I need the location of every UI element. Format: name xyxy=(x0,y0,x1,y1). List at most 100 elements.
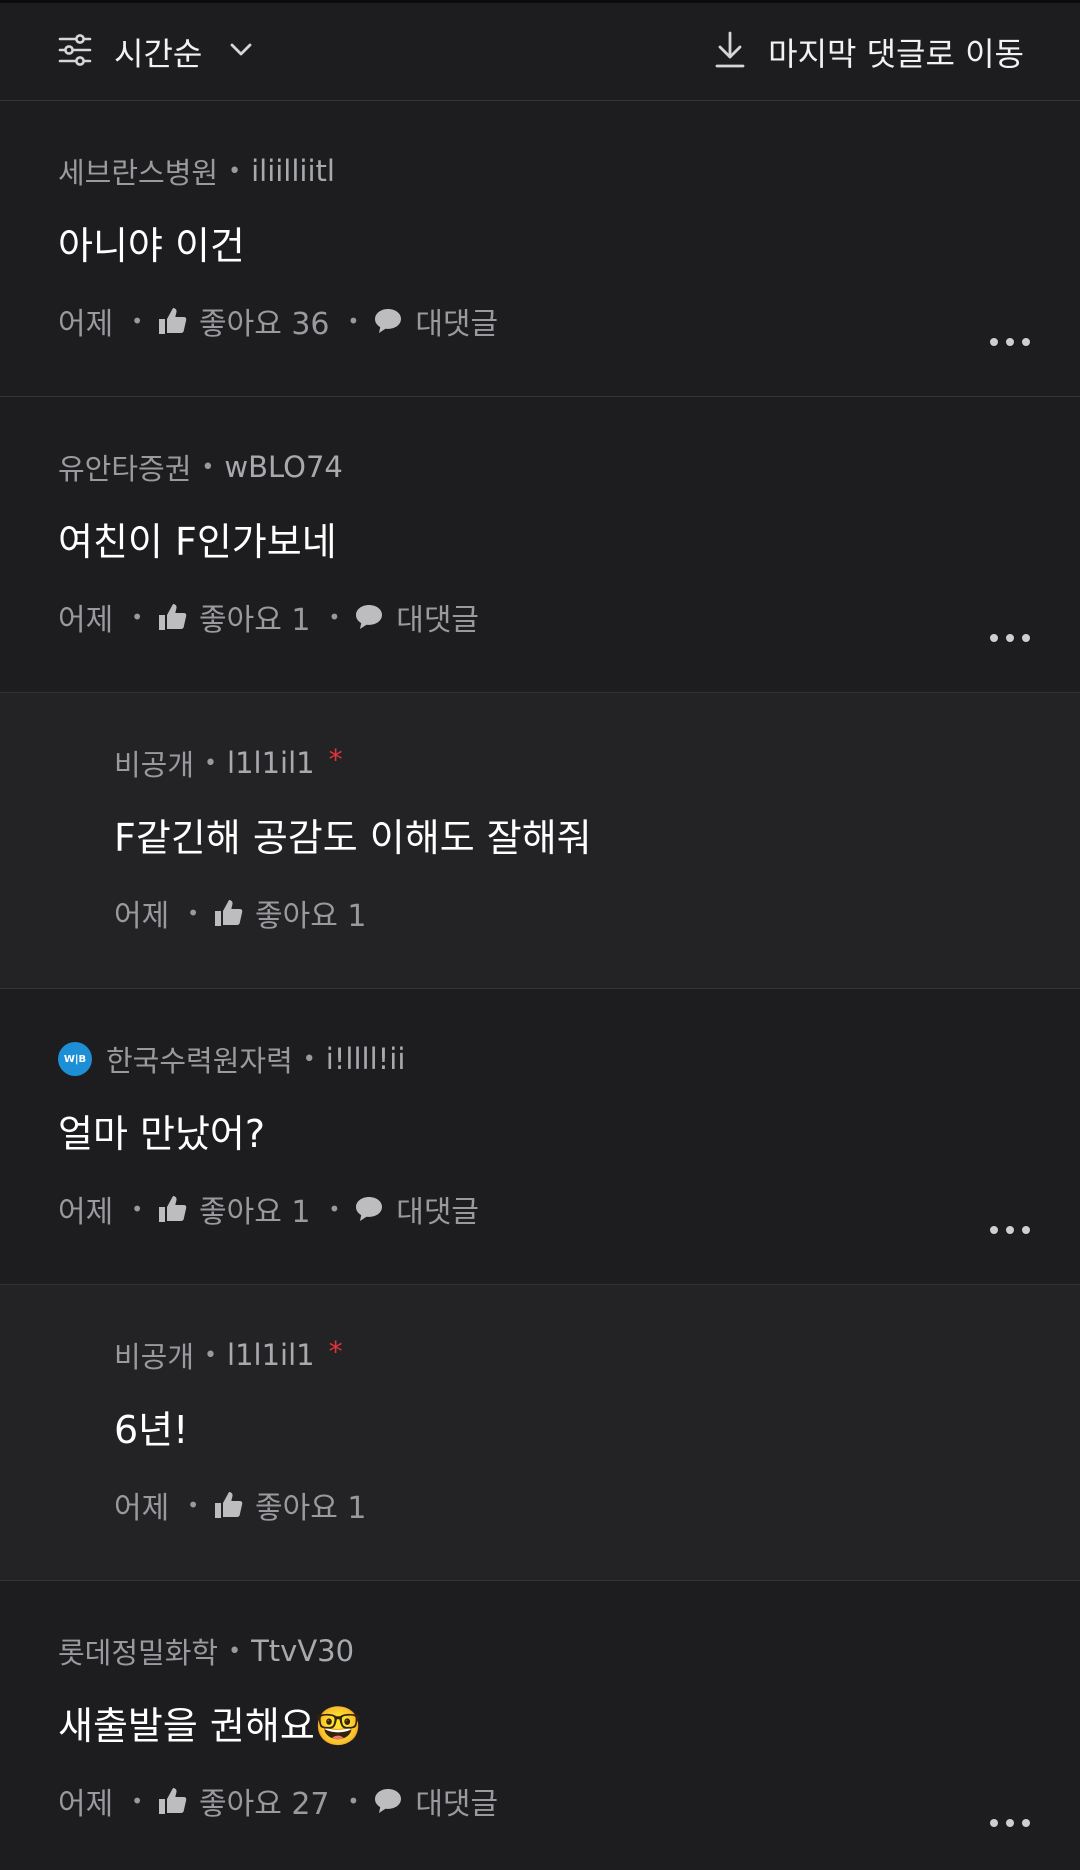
more-dot xyxy=(1006,338,1014,346)
comment-text: 아니야 이건 xyxy=(58,224,245,268)
sort-dropdown[interactable]: 시간순 xyxy=(58,29,252,75)
comment-actions: 어제 • 좋아요 1 • 대댓글 xyxy=(58,595,1040,639)
comment-item: 롯데정밀화학 • TtvV30 새출발을 권해요🤓 어제 • 좋아요 27 • … xyxy=(0,1581,1080,1870)
meta-separator: • xyxy=(228,158,242,184)
comment-meta: 비공개 • l1l1il1 * xyxy=(114,743,1040,783)
thumbs-up-icon xyxy=(213,898,243,928)
reply-button[interactable]: 대댓글 xyxy=(373,299,498,343)
thumbs-up-icon xyxy=(213,1490,243,1520)
like-button[interactable]: 좋아요 1 xyxy=(157,595,310,639)
more-dot xyxy=(1006,1226,1014,1234)
author-company[interactable]: 롯데정밀화학 xyxy=(58,1630,218,1672)
author-company[interactable]: 한국수력원자력 xyxy=(106,1038,293,1080)
comment-text: 새출발을 권해요🤓 xyxy=(58,1704,363,1748)
comment-time: 어제 xyxy=(58,1787,114,1822)
more-dots-icon xyxy=(990,634,998,642)
post-author-mark: * xyxy=(328,1334,343,1368)
like-count: 좋아요 1 xyxy=(199,1195,311,1230)
author-company[interactable]: 유안타증권 xyxy=(58,446,191,488)
like-count: 좋아요 1 xyxy=(255,1491,367,1526)
jump-to-last-comment-button[interactable]: 마지막 댓글로 이동 xyxy=(714,29,1024,75)
author-nickname[interactable]: iliilliitl xyxy=(251,154,335,188)
comment-time: 어제 xyxy=(58,307,114,342)
comment-text: 여친이 F인가보네 xyxy=(58,520,337,564)
action-separator: • xyxy=(131,309,143,333)
reply-label: 대댓글 xyxy=(396,1195,480,1230)
comment-meta: W|B 한국수력원자력 • i!llll!ii xyxy=(58,1039,1040,1079)
comment-item: 세브란스병원 • iliilliitl 아니야 이건 어제 • 좋아요 36 •… xyxy=(0,101,1080,397)
like-button[interactable]: 좋아요 1 xyxy=(213,891,366,935)
author-nickname[interactable]: TtvV30 xyxy=(251,1634,354,1668)
comment-time: 어제 xyxy=(114,1491,170,1526)
more-dots-icon xyxy=(990,1819,998,1827)
thumbs-up-icon xyxy=(157,306,187,336)
comment-meta: 세브란스병원 • iliilliitl xyxy=(58,151,1040,191)
author-nickname[interactable]: i!llll!ii xyxy=(326,1042,406,1076)
action-separator: • xyxy=(347,309,360,333)
action-separator: • xyxy=(187,1493,199,1517)
author-company[interactable]: 비공개 xyxy=(114,1334,194,1376)
more-options-button[interactable] xyxy=(990,634,1030,642)
author-company[interactable]: 세브란스병원 xyxy=(58,150,218,192)
author-nickname[interactable]: wBLO74 xyxy=(224,450,342,484)
thumbs-up-icon xyxy=(157,1786,187,1816)
comment-actions: 어제 • 좋아요 1 • 대댓글 xyxy=(58,1187,1040,1231)
more-dot xyxy=(1022,1226,1030,1234)
reply-item: 비공개 • l1l1il1 * F같긴해 공감도 이해도 잘해줘 어제 • 좋아… xyxy=(0,693,1080,989)
like-count: 좋아요 36 xyxy=(199,307,330,342)
more-options-button[interactable] xyxy=(990,1819,1030,1827)
like-button[interactable]: 좋아요 1 xyxy=(213,1483,366,1527)
company-badge-icon: W|B xyxy=(58,1042,92,1076)
reply-button[interactable]: 대댓글 xyxy=(373,1779,498,1823)
reply-label: 대댓글 xyxy=(415,307,499,342)
like-button[interactable]: 좋아요 1 xyxy=(157,1187,310,1231)
comment-meta: 비공개 • l1l1il1 * xyxy=(114,1335,1040,1375)
author-nickname[interactable]: l1l1il1 xyxy=(227,746,315,780)
comment-actions: 어제 • 좋아요 1 xyxy=(114,891,1040,935)
more-options-button[interactable] xyxy=(990,338,1030,346)
like-button[interactable]: 좋아요 27 xyxy=(157,1779,330,1823)
more-dot xyxy=(1022,634,1030,642)
comment-time: 어제 xyxy=(58,1195,114,1230)
comment-text: 6년! xyxy=(114,1408,189,1452)
comment-time: 어제 xyxy=(58,603,114,638)
action-separator: • xyxy=(131,605,143,629)
more-dots-icon xyxy=(990,338,998,346)
meta-separator: • xyxy=(201,454,215,480)
meta-separator: • xyxy=(204,1342,218,1368)
comment-time: 어제 xyxy=(114,899,170,934)
comment-item: W|B 한국수력원자력 • i!llll!ii 얼마 만났어? 어제 • 좋아요… xyxy=(0,989,1080,1285)
post-author-mark: * xyxy=(328,742,343,776)
like-count: 좋아요 27 xyxy=(199,1787,330,1822)
action-separator: • xyxy=(347,1789,360,1813)
author-nickname[interactable]: l1l1il1 xyxy=(227,1338,315,1372)
more-options-button[interactable] xyxy=(990,1226,1030,1234)
comment-toolbar: 시간순 마지막 댓글로 이동 xyxy=(0,3,1080,101)
reply-button[interactable]: 대댓글 xyxy=(354,595,479,639)
like-count: 좋아요 1 xyxy=(255,899,367,934)
sort-label: 시간순 xyxy=(114,34,203,73)
speech-bubble-icon xyxy=(373,1787,403,1815)
comment-meta: 롯데정밀화학 • TtvV30 xyxy=(58,1631,1040,1671)
like-button[interactable]: 좋아요 36 xyxy=(157,299,330,343)
reply-button[interactable]: 대댓글 xyxy=(354,1187,479,1231)
speech-bubble-icon xyxy=(354,1195,384,1223)
like-count: 좋아요 1 xyxy=(199,603,311,638)
reply-label: 대댓글 xyxy=(415,1787,499,1822)
thumbs-up-icon xyxy=(157,602,187,632)
more-dot xyxy=(1022,338,1030,346)
more-dot xyxy=(1006,634,1014,642)
meta-separator: • xyxy=(302,1046,316,1072)
comment-text: 얼마 만났어? xyxy=(58,1112,266,1156)
download-arrow-icon xyxy=(714,31,746,73)
meta-separator: • xyxy=(204,750,218,776)
reply-item: 비공개 • l1l1il1 * 6년! 어제 • 좋아요 1 xyxy=(0,1285,1080,1581)
comment-actions: 어제 • 좋아요 36 • 대댓글 xyxy=(58,299,1040,343)
speech-bubble-icon xyxy=(373,307,403,335)
jump-label: 마지막 댓글로 이동 xyxy=(768,34,1024,73)
comment-actions: 어제 • 좋아요 27 • 대댓글 xyxy=(58,1779,1040,1823)
chevron-down-icon xyxy=(230,42,252,61)
comment-meta: 유안타증권 • wBLO74 xyxy=(58,447,1040,487)
action-separator: • xyxy=(187,901,199,925)
author-company[interactable]: 비공개 xyxy=(114,742,194,784)
